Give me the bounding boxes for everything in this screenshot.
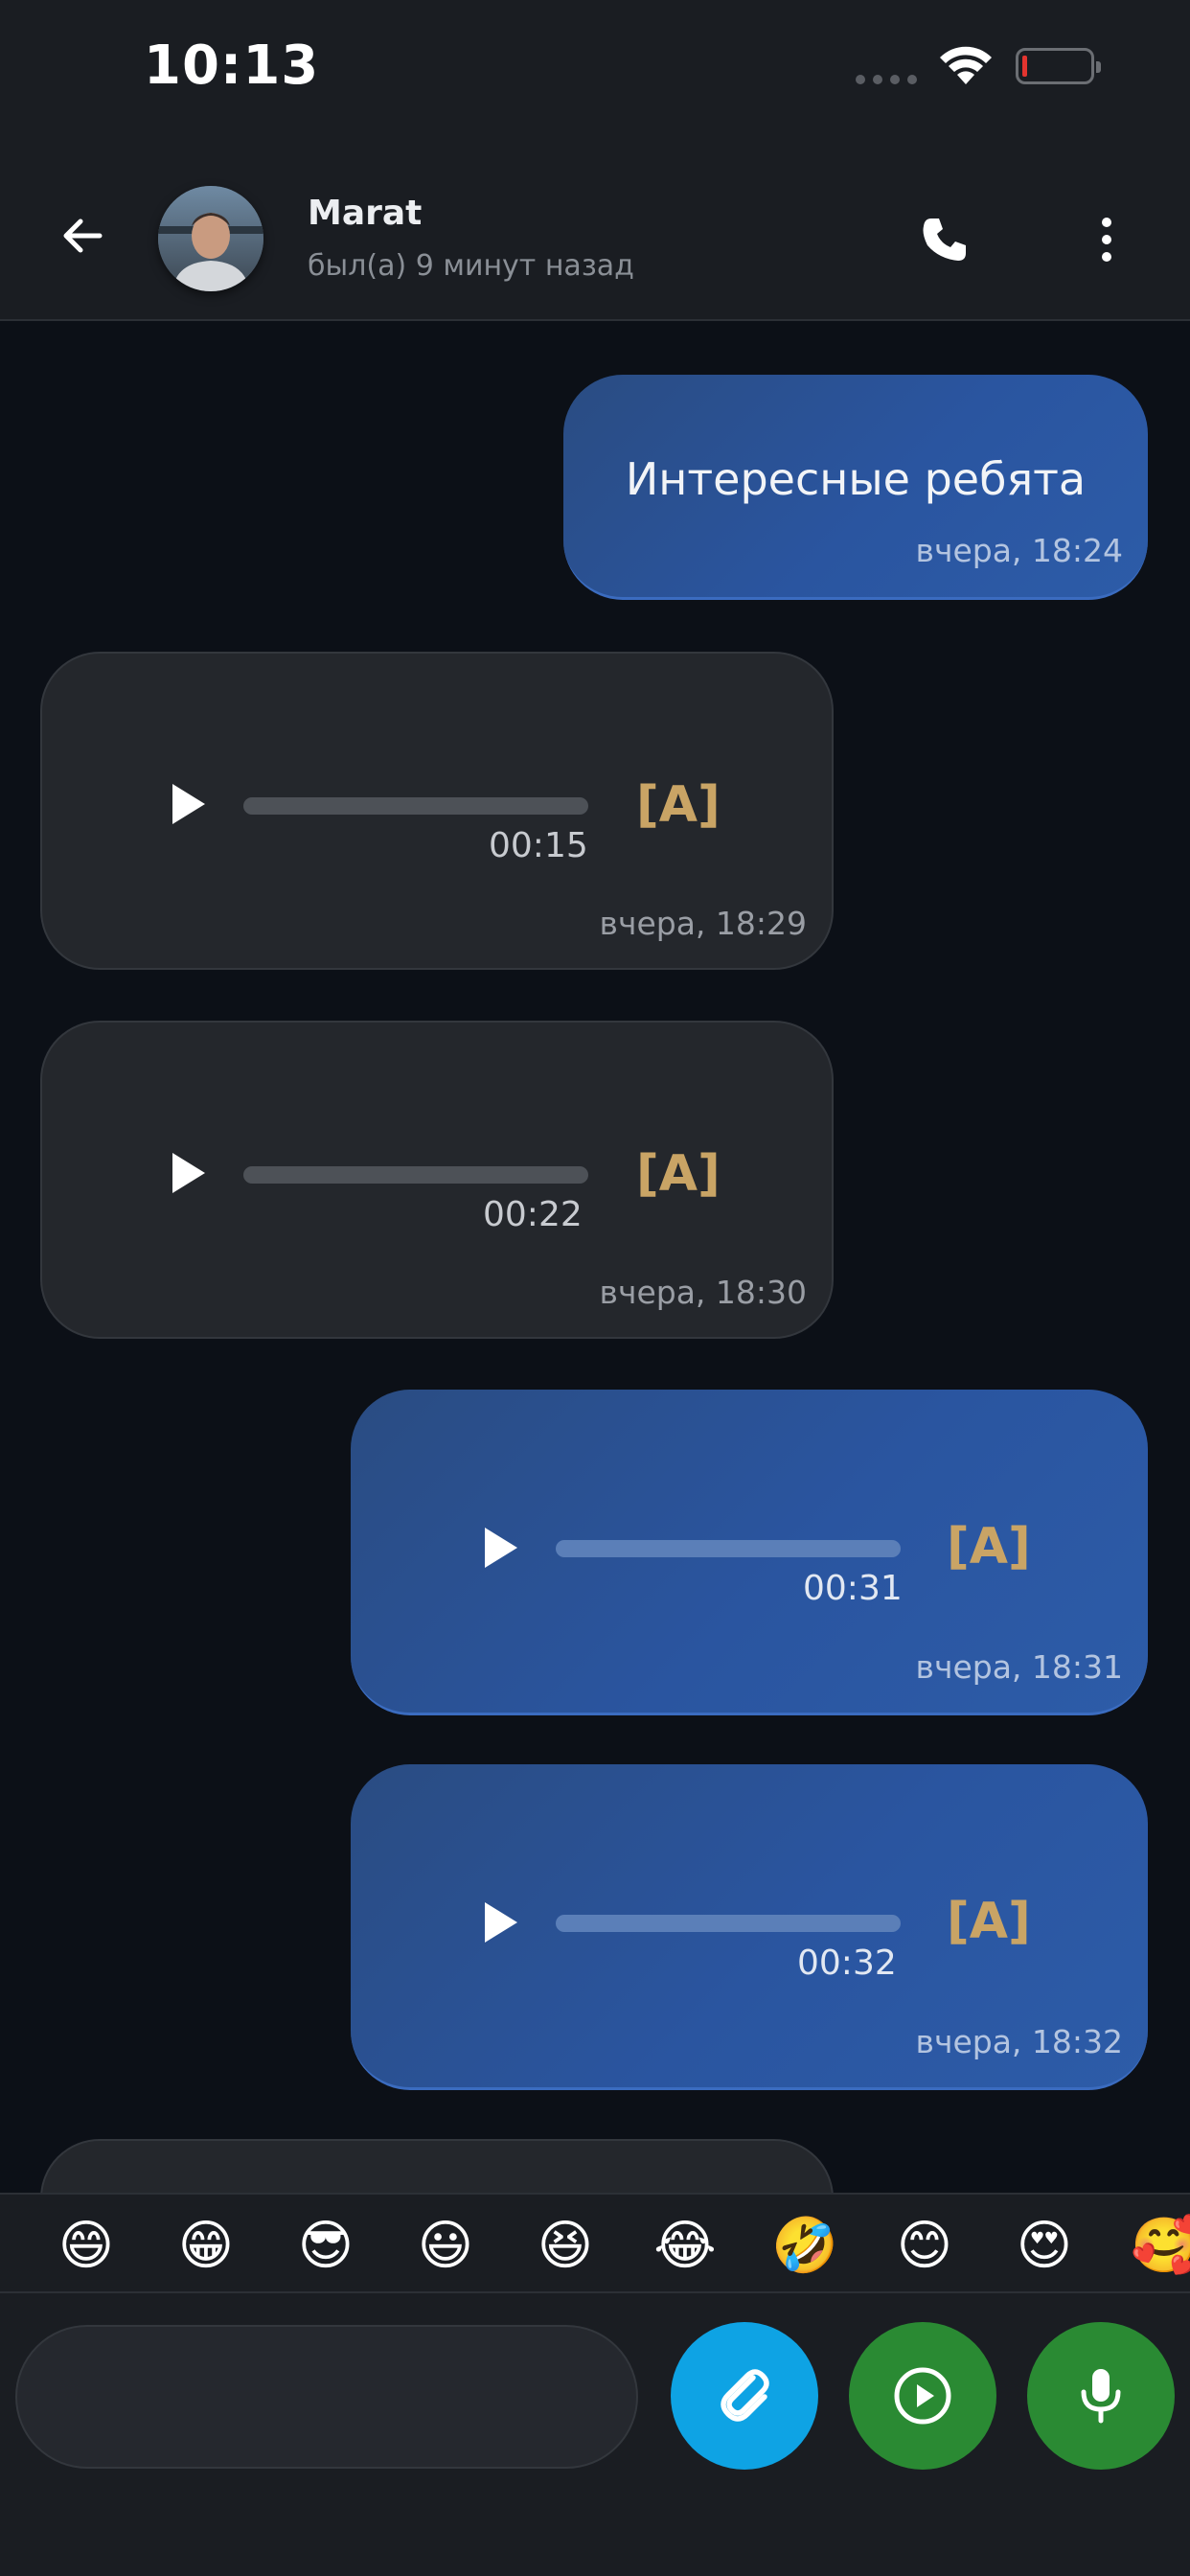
transcribe-badge[interactable]: [A] xyxy=(636,776,721,834)
voice-progress-track[interactable] xyxy=(556,1915,901,1932)
emoji-rolling-laughing[interactable]: 🤣 xyxy=(771,2218,838,2275)
emoji-sunglasses-face[interactable]: 😎 xyxy=(292,2218,359,2275)
emoji-heart-eyes[interactable]: 😍 xyxy=(1011,2218,1078,2275)
contact-name[interactable]: Marat xyxy=(308,194,422,233)
wifi-icon xyxy=(940,46,992,84)
voice-message-outgoing[interactable]: 00:32 [A] вчера, 18:32 xyxy=(351,1764,1148,2090)
message-composer xyxy=(0,2293,1190,2576)
message-timestamp: вчера, 18:32 xyxy=(915,2023,1124,2060)
play-icon[interactable] xyxy=(479,1524,521,1572)
voice-message-incoming[interactable]: 00:22 [A] вчера, 18:30 xyxy=(40,1021,834,1339)
message-bubble-outgoing[interactable]: Интересные ребята вчера, 18:24 xyxy=(563,375,1148,600)
emoji-grinning-smiling-eyes[interactable]: 😄 xyxy=(53,2218,120,2275)
transcribe-badge[interactable]: [A] xyxy=(636,1145,721,1203)
message-timestamp: вчера, 18:24 xyxy=(915,532,1124,569)
cellular-signal-icon xyxy=(856,75,917,84)
video-message-button[interactable] xyxy=(849,2322,996,2470)
battery-low-icon xyxy=(1016,48,1101,84)
phone-icon[interactable] xyxy=(918,213,972,266)
more-vertical-icon[interactable] xyxy=(1092,213,1121,266)
voice-message-incoming[interactable]: 00:15 [A] вчера, 18:29 xyxy=(40,652,834,970)
message-timestamp: вчера, 18:31 xyxy=(915,1648,1124,1686)
attach-button[interactable] xyxy=(671,2322,818,2470)
status-bar: 10:13 xyxy=(0,0,1190,153)
contact-avatar[interactable] xyxy=(158,186,263,291)
voice-message-outgoing[interactable]: 00:31 [A] вчера, 18:31 xyxy=(351,1390,1148,1715)
message-list[interactable]: Интересные ребята вчера, 18:24 00:15 [A]… xyxy=(0,321,1190,2193)
voice-duration: 00:22 xyxy=(483,1195,583,1234)
voice-duration: 00:32 xyxy=(797,1944,897,1983)
emoji-beaming-face[interactable]: 😁 xyxy=(172,2218,240,2275)
back-arrow-icon[interactable] xyxy=(56,209,109,263)
emoji-smiling-hearts[interactable]: 🥰 xyxy=(1131,2218,1190,2275)
play-icon[interactable] xyxy=(479,1898,521,1946)
message-bubble-partial[interactable] xyxy=(40,2139,834,2193)
paperclip-icon xyxy=(721,2369,769,2422)
emoji-tears-of-joy[interactable]: 😂 xyxy=(652,2218,719,2275)
status-time: 10:13 xyxy=(144,34,320,97)
transcribe-badge[interactable]: [A] xyxy=(947,1893,1031,1950)
voice-duration: 00:31 xyxy=(803,1569,903,1608)
microphone-icon xyxy=(1081,2369,1121,2424)
message-timestamp: вчера, 18:29 xyxy=(599,905,808,942)
message-text: Интересные ребята xyxy=(625,453,1087,505)
voice-progress-track[interactable] xyxy=(243,797,588,815)
message-timestamp: вчера, 18:30 xyxy=(599,1274,808,1311)
chat-header: Marat был(а) 9 минут назад xyxy=(0,153,1190,321)
emoji-quick-bar[interactable]: 😄 😁 😎 😃 😆 😂 🤣 😊 😍 🥰 xyxy=(0,2193,1190,2293)
contact-last-seen: был(а) 9 минут назад xyxy=(308,249,634,283)
play-circle-icon xyxy=(894,2367,951,2425)
message-input[interactable] xyxy=(15,2325,638,2469)
voice-duration: 00:15 xyxy=(489,826,588,865)
play-icon[interactable] xyxy=(167,780,209,828)
play-icon[interactable] xyxy=(167,1149,209,1197)
emoji-grinning-big-eyes[interactable]: 😃 xyxy=(412,2218,479,2275)
voice-record-button[interactable] xyxy=(1027,2322,1175,2470)
emoji-smiling-eyes[interactable]: 😊 xyxy=(891,2218,958,2275)
transcribe-badge[interactable]: [A] xyxy=(947,1518,1031,1576)
voice-progress-track[interactable] xyxy=(243,1166,588,1184)
emoji-squinting-face[interactable]: 😆 xyxy=(532,2218,599,2275)
voice-progress-track[interactable] xyxy=(556,1540,901,1557)
